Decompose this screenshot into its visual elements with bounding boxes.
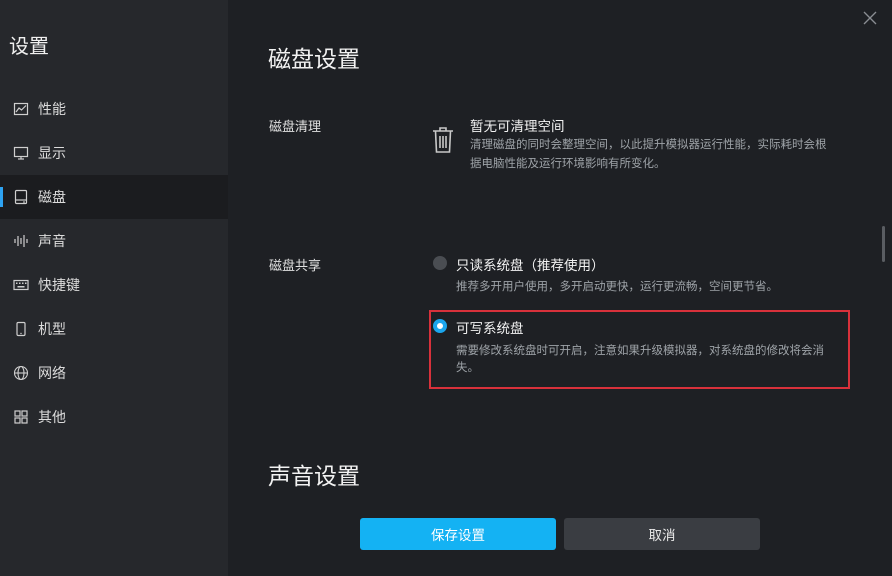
disk-share-label: 磁盘共享	[269, 259, 322, 274]
monitor-icon	[13, 145, 29, 161]
sidebar-item-label: 磁盘	[38, 190, 66, 206]
cleanup-status-title: 暂无可清理空间	[470, 119, 565, 135]
writable-disk-description-line1: 需要修改系统盘时可开启，注意如果升级模拟器，对系统盘的修改将会消	[456, 343, 824, 357]
writable-disk-radio[interactable]	[433, 319, 447, 333]
sidebar-item-display[interactable]: 显示	[0, 131, 228, 175]
sidebar-item-network[interactable]: 网络	[0, 351, 228, 395]
scrollbar-thumb[interactable]	[882, 226, 885, 262]
cancel-button[interactable]: 取消	[564, 518, 760, 550]
sidebar-item-label: 显示	[38, 146, 66, 162]
sidebar-item-sound[interactable]: 声音	[0, 219, 228, 263]
sidebar-item-label: 网络	[38, 366, 66, 382]
sidebar-item-label: 声音	[38, 234, 66, 250]
sidebar-nav: 性能 显示 磁盘 声音 快捷键 机型 网络 其他	[0, 87, 228, 439]
sound-wave-icon	[13, 233, 29, 249]
sidebar: 设置 性能 显示 磁盘 声音 快捷键 机型 网络 其他	[0, 0, 228, 576]
writable-disk-description-line2: 失。	[456, 360, 479, 374]
sidebar-item-label: 快捷键	[38, 278, 80, 294]
sidebar-item-label: 性能	[38, 102, 66, 118]
sidebar-item-label: 其他	[38, 410, 66, 426]
phone-icon	[13, 321, 29, 337]
readonly-disk-description: 推荐多开用户使用，多开启动更快，运行更流畅，空间更节省。	[456, 279, 778, 293]
sidebar-item-model[interactable]: 机型	[0, 307, 228, 351]
cleanup-description-line2: 据电脑性能及运行环境影响有所变化。	[470, 156, 666, 170]
save-button[interactable]: 保存设置	[360, 518, 556, 550]
sidebar-title: 设置	[9, 34, 49, 58]
readonly-disk-radio[interactable]	[433, 256, 447, 270]
globe-icon	[13, 365, 29, 381]
footer: 保存设置 取消	[228, 505, 892, 576]
sidebar-item-shortcuts[interactable]: 快捷键	[0, 263, 228, 307]
close-button[interactable]	[860, 8, 880, 28]
sidebar-item-disk[interactable]: 磁盘	[0, 175, 228, 219]
grid-icon	[13, 409, 29, 425]
readonly-disk-title[interactable]: 只读系统盘（推荐使用）	[456, 254, 605, 274]
sidebar-item-other[interactable]: 其他	[0, 395, 228, 439]
keyboard-icon	[13, 277, 29, 293]
sidebar-item-performance[interactable]: 性能	[0, 87, 228, 131]
performance-chart-icon	[13, 101, 29, 117]
sound-settings-title: 声音设置	[268, 464, 360, 490]
sidebar-item-label: 机型	[38, 322, 66, 338]
cleanup-description-line1: 清理磁盘的同时会整理空间，以此提升模拟器运行性能，实际耗时会根	[470, 137, 827, 151]
disk-icon	[13, 189, 29, 205]
writable-disk-title[interactable]: 可写系统盘	[456, 317, 524, 337]
disk-settings-title: 磁盘设置	[268, 47, 360, 73]
trash-icon[interactable]	[432, 126, 454, 154]
close-icon	[863, 11, 877, 25]
disk-cleanup-label: 磁盘清理	[269, 120, 322, 135]
